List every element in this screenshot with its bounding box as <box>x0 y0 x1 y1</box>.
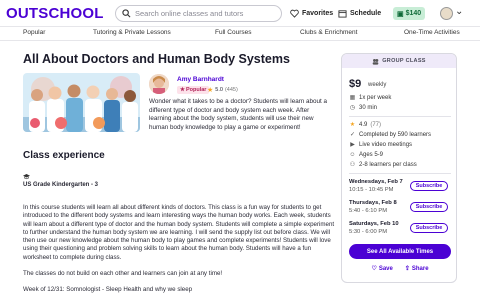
teacher-name[interactable]: Amy Barnhardt <box>177 76 224 83</box>
wallet-amount: $140 <box>405 10 422 17</box>
popular-label: Popular <box>185 87 207 93</box>
class-summary: Wonder what it takes to be a doctor? Stu… <box>149 98 328 131</box>
class-experience-paragraph: The classes do not build on each other a… <box>23 270 223 277</box>
schedule-link[interactable]: Schedule <box>338 9 381 18</box>
outschool-logo[interactable]: OUTSCHOOL <box>6 5 104 22</box>
heart-icon <box>290 9 299 18</box>
class-experience-paragraph: In this course students will learn all a… <box>23 204 335 261</box>
user-avatar[interactable] <box>440 7 453 20</box>
subscribe-button[interactable]: Subscribe <box>410 223 448 233</box>
age-range: ☺ Ages 5-9 <box>349 151 383 158</box>
teacher-rating[interactable]: ★ 5.0 (445) <box>207 86 238 94</box>
search-icon <box>122 9 131 18</box>
size-label: 2-8 learners per class <box>359 161 417 168</box>
video-icon: ▶ <box>350 142 355 148</box>
teacher-rating-value: 5.0 <box>215 87 223 93</box>
save-label: Save <box>378 265 393 272</box>
card-actions: ♡ Save ⇪ Share <box>342 265 456 273</box>
divider <box>349 173 451 174</box>
session-time: 10:15 - 10:45 PM <box>349 187 394 193</box>
class-size: ⚇ 2-8 learners per class <box>349 161 417 169</box>
category-one-time[interactable]: One-Time Activities <box>404 29 460 36</box>
session-date: Saturdays, Feb 10 <box>349 221 399 227</box>
group-icon: ⚇ <box>349 162 356 168</box>
doctors-illustration <box>23 73 140 132</box>
favorites-link[interactable]: Favorites <box>290 9 333 18</box>
duration-label: 30 min <box>359 104 378 111</box>
share-icon: ⇪ <box>404 266 410 272</box>
session-date: Wednesdays, Feb 7 <box>349 179 403 185</box>
price: $9 <box>349 78 362 90</box>
class-rating-count: (77) <box>370 121 382 128</box>
share-button[interactable]: ⇪ Share <box>404 265 429 273</box>
session-date: Thursdays, Feb 8 <box>349 200 397 206</box>
page-title: All About Doctors and Human Body Systems <box>23 52 290 66</box>
star-icon: ★ <box>207 87 214 94</box>
favorites-label: Favorites <box>302 10 334 17</box>
class-experience-paragraph: Week of 12/31: Somnologist - Sleep Healt… <box>23 286 193 293</box>
teacher-photo <box>149 74 169 94</box>
wallet-icon: ▣ <box>397 10 404 18</box>
share-label: Share <box>411 265 429 272</box>
calendar-icon: ▦ <box>349 95 356 101</box>
completed-label: Completed by 590 learners <box>359 131 432 138</box>
top-navigation: OUTSCHOOL Favorites Schedule ▣ $140 ⌄ <box>0 0 480 27</box>
check-icon: ✓ <box>349 132 356 138</box>
session-time: 5:40 - 6:10 PM <box>349 208 388 214</box>
search-input[interactable] <box>135 9 275 18</box>
group-icon <box>372 58 379 65</box>
popular-badge: ★ Popular <box>177 86 210 94</box>
class-rating[interactable]: ★ 4.9 (77) <box>349 121 382 129</box>
schedule-label: Schedule <box>350 10 382 17</box>
section-title: Class experience <box>23 150 105 161</box>
save-button[interactable]: ♡ Save <box>371 265 393 273</box>
divider <box>349 116 451 117</box>
class-format: ▶ Live video meetings <box>349 141 413 149</box>
wallet-balance[interactable]: ▣ $140 <box>393 7 426 20</box>
completed-count: ✓ Completed by 590 learners <box>349 131 432 139</box>
subscribe-button[interactable]: Subscribe <box>410 202 448 212</box>
session-time: 5:30 - 6:00 PM <box>349 229 388 235</box>
person-icon: ☺ <box>349 151 356 158</box>
ages-label: Ages 5-9 <box>359 151 384 158</box>
chevron-down-icon[interactable]: ⌄ <box>455 6 463 17</box>
category-full-courses[interactable]: Full Courses <box>215 29 251 36</box>
heart-icon: ♡ <box>371 266 377 272</box>
calendar-icon <box>338 10 347 18</box>
star-icon: ★ <box>180 87 185 93</box>
see-all-times-button[interactable]: See All Available Times <box>349 244 451 259</box>
enrollment-card: GROUP CLASS $9 weekly ▦ 1x per week ◷ 30… <box>341 53 457 283</box>
graduation-cap-icon <box>23 174 30 180</box>
price-unit: weekly <box>368 82 387 88</box>
duration: ◷ 30 min <box>349 104 378 112</box>
category-popular[interactable]: Popular <box>23 29 45 36</box>
category-navigation: Popular Tutoring & Private Lessons Full … <box>0 27 480 41</box>
grade-range: US Grade Kindergarten - 3 <box>23 182 99 188</box>
frequency: ▦ 1x per week <box>349 94 392 102</box>
subscribe-button[interactable]: Subscribe <box>410 181 448 191</box>
frequency-label: 1x per week <box>359 94 392 101</box>
class-type: GROUP CLASS <box>382 58 426 64</box>
search-box[interactable] <box>115 5 282 22</box>
card-header: GROUP CLASS <box>342 54 456 68</box>
class-hero-image <box>23 73 140 132</box>
teacher-review-count: (445) <box>224 87 238 93</box>
format-label: Live video meetings <box>359 141 413 148</box>
class-rating-value: 4.9 <box>359 121 368 128</box>
category-tutoring[interactable]: Tutoring & Private Lessons <box>93 29 171 36</box>
star-icon: ★ <box>349 122 356 128</box>
category-clubs[interactable]: Clubs & Enrichment <box>300 29 357 36</box>
clock-icon: ◷ <box>349 105 356 111</box>
teacher-avatar[interactable] <box>149 74 169 94</box>
